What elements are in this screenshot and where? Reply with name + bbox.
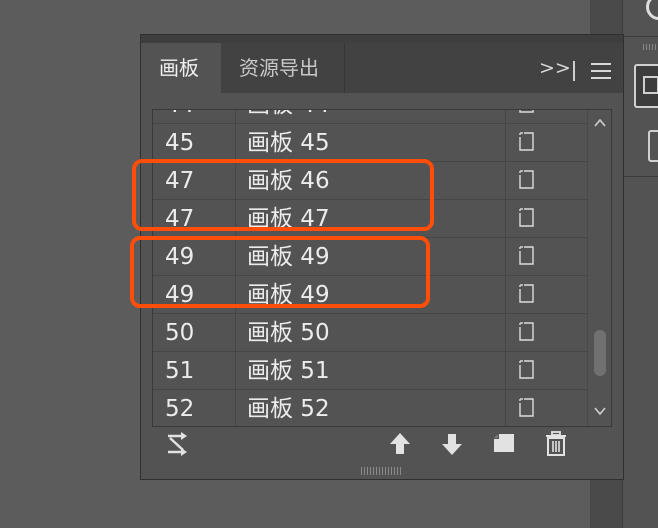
column-separator — [235, 390, 236, 426]
column-separator — [505, 162, 506, 199]
artboard-options-icon[interactable] — [519, 360, 534, 379]
tool-strip-separator-bottom — [623, 176, 658, 177]
chevron-up-icon[interactable] — [593, 116, 607, 130]
delete-icon[interactable] — [543, 431, 569, 457]
collapse-panels-button[interactable]: >> — [539, 51, 571, 85]
table-row[interactable]: 47 画板 47 — [153, 200, 587, 238]
artboard-name[interactable]: 画板 47 — [247, 200, 330, 238]
artboard-name[interactable]: 画板 51 — [247, 352, 330, 390]
artboard-number: 49 — [165, 244, 195, 270]
column-separator — [235, 276, 236, 313]
scrollbar-thumb[interactable] — [594, 330, 606, 376]
artboard-options-icon[interactable] — [519, 322, 534, 341]
move-down-icon[interactable] — [439, 431, 465, 457]
table-row[interactable]: 45 画板 45 — [153, 124, 587, 162]
panel-resize-grip[interactable] — [361, 467, 401, 475]
panel-drag-bar[interactable] — [141, 35, 623, 43]
artboards-panel-icon[interactable] — [634, 64, 658, 108]
asset-export-panel-icon[interactable] — [648, 130, 658, 162]
column-separator — [235, 314, 236, 351]
new-artboard-icon[interactable] — [491, 431, 517, 457]
move-up-icon[interactable] — [387, 431, 413, 457]
panel-menu-icon[interactable] — [591, 63, 611, 79]
artboard-options-icon[interactable] — [519, 284, 534, 303]
column-separator — [505, 276, 506, 313]
artboard-number: 49 — [165, 282, 195, 308]
artboard-number: 44 — [165, 110, 194, 124]
list-scrollbar[interactable] — [587, 110, 611, 426]
panel-tab-bar: 画板 资源导出 >> — [141, 43, 623, 93]
artboard-options-icon[interactable] — [519, 398, 534, 417]
column-separator — [505, 352, 506, 389]
tab-asset-export[interactable]: 资源导出 — [221, 43, 345, 93]
artboard-number: 45 — [165, 130, 195, 156]
artboard-name[interactable]: 画板 50 — [247, 314, 330, 352]
artboard-number: 51 — [165, 358, 195, 384]
column-separator — [235, 200, 236, 237]
column-separator — [505, 314, 506, 351]
artboard-name[interactable]: 画板 45 — [247, 124, 330, 162]
artboard-name[interactable]: 画板 46 — [247, 162, 330, 200]
column-separator — [235, 238, 236, 275]
artboard-name[interactable]: 画板 44 — [247, 110, 330, 124]
tab-divider — [573, 61, 575, 81]
artboard-number: 47 — [165, 206, 195, 232]
artboard-options-icon[interactable] — [519, 246, 534, 265]
tool-strip-grip[interactable] — [643, 44, 657, 50]
table-row[interactable]: 52 画板 52 — [153, 390, 587, 426]
table-row[interactable]: 47 画板 46 — [153, 162, 587, 200]
column-separator — [235, 110, 236, 123]
column-separator — [505, 390, 506, 426]
artboards-panel: 画板 资源导出 >> 44画板 4445画板 4547画板 4647画板 474… — [140, 34, 624, 480]
column-separator — [235, 162, 236, 199]
column-separator — [505, 124, 506, 161]
column-separator — [235, 124, 236, 161]
artboard-list: 44 画板 44 45 画板 45 47 画板 46 47 画板 47 49 画板 49 49 画板 … — [152, 109, 612, 427]
column-separator — [235, 352, 236, 389]
artboard-number: 50 — [165, 320, 195, 346]
artboard-number: 52 — [165, 396, 195, 422]
artboard-options-icon[interactable] — [519, 208, 534, 227]
tab-artboards[interactable]: 画板 — [141, 43, 221, 93]
panel-bottom-toolbar — [141, 427, 623, 465]
table-row[interactable]: 50 画板 50 — [153, 314, 587, 352]
chevron-down-icon[interactable] — [593, 404, 607, 418]
artboard-options-icon[interactable] — [519, 109, 534, 113]
artboard-number: 47 — [165, 168, 195, 194]
column-separator — [505, 200, 506, 237]
artboard-options-icon[interactable] — [519, 170, 534, 189]
artboard-name[interactable]: 画板 52 — [247, 390, 330, 426]
rearrange-icon[interactable] — [165, 431, 191, 457]
tool-strip-separator — [623, 36, 658, 37]
artboard-name[interactable]: 画板 49 — [247, 276, 330, 314]
table-row[interactable]: 51 画板 51 — [153, 352, 587, 390]
table-row[interactable]: 49 画板 49 — [153, 276, 587, 314]
table-row[interactable]: 44 画板 44 — [153, 109, 587, 124]
artboard-options-icon[interactable] — [519, 132, 534, 151]
column-separator — [505, 238, 506, 275]
column-separator — [505, 110, 506, 123]
table-row[interactable]: 49 画板 49 — [153, 238, 587, 276]
artboard-name[interactable]: 画板 49 — [247, 238, 330, 276]
